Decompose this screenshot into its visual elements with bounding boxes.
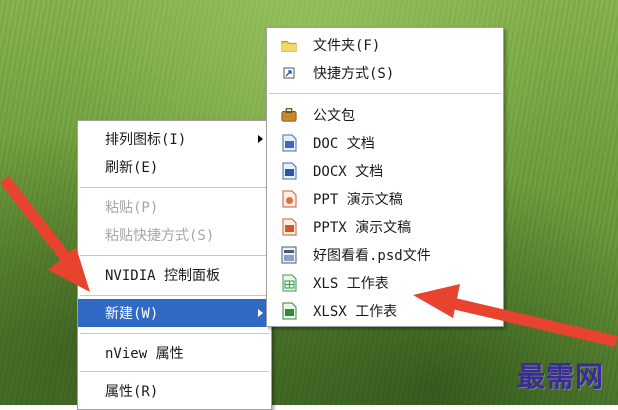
submenu-item-ppt[interactable]: PPT 演示文稿 [267, 185, 503, 213]
menu-item-refresh[interactable]: 刷新(E) [78, 153, 271, 181]
menu-item-nvidia-control-panel[interactable]: NVIDIA 控制面板 [78, 261, 271, 289]
new-submenu: 文件夹(F) 快捷方式(S) 公文包 DOC 文档 DOCX 文档 PPT 演示… [266, 27, 504, 327]
desktop-context-menu: 排列图标(I) 刷新(E) 粘贴(P) 粘贴快捷方式(S) NVIDIA 控制面… [77, 120, 272, 410]
submenu-item-label: PPT 演示文稿 [313, 192, 403, 208]
submenu-item-label: XLS 工作表 [313, 276, 389, 292]
submenu-item-label: 好图看看.psd文件 [313, 248, 431, 264]
submenu-item-shortcut[interactable]: 快捷方式(S) [267, 59, 503, 87]
submenu-item-label: 快捷方式(S) [313, 66, 395, 82]
menu-separator [80, 295, 269, 296]
menu-item-label: 排列图标(I) [105, 132, 187, 148]
menu-separator [80, 187, 269, 188]
menu-item-label: 新建(W) [105, 306, 159, 322]
folder-icon [281, 36, 297, 54]
menu-item-label: 粘贴(P) [105, 200, 159, 216]
psd-file-icon [281, 246, 297, 264]
submenu-item-label: DOC 文档 [313, 136, 375, 152]
menu-item-new[interactable]: 新建(W) [78, 299, 271, 327]
submenu-item-label: PPTX 演示文稿 [313, 220, 412, 236]
submenu-item-label: XLSX 工作表 [313, 304, 398, 320]
doc-file-icon [281, 134, 297, 152]
submenu-item-xlsx[interactable]: XLSX 工作表 [267, 297, 503, 325]
submenu-item-label: 公文包 [313, 108, 355, 124]
submenu-item-docx[interactable]: DOCX 文档 [267, 157, 503, 185]
submenu-item-pptx[interactable]: PPTX 演示文稿 [267, 213, 503, 241]
menu-item-label: NVIDIA 控制面板 [105, 268, 221, 284]
watermark-logo: 最需网 [516, 360, 604, 393]
menu-item-label: 粘贴快捷方式(S) [105, 228, 215, 244]
xlsx-file-icon [281, 302, 297, 320]
briefcase-icon [281, 106, 297, 124]
menu-separator [80, 255, 269, 256]
menu-item-label: 刷新(E) [105, 160, 159, 176]
submenu-item-label: 文件夹(F) [313, 38, 381, 54]
submenu-item-doc[interactable]: DOC 文档 [267, 129, 503, 157]
ppt-file-icon [281, 190, 297, 208]
xls-file-icon [281, 274, 297, 292]
submenu-item-briefcase[interactable]: 公文包 [267, 101, 503, 129]
pptx-file-icon [281, 218, 297, 236]
submenu-item-folder[interactable]: 文件夹(F) [267, 31, 503, 59]
submenu-item-xls[interactable]: XLS 工作表 [267, 269, 503, 297]
submenu-item-psd[interactable]: 好图看看.psd文件 [267, 241, 503, 269]
menu-item-nview-properties[interactable]: nView 属性 [78, 339, 271, 367]
menu-item-properties[interactable]: 属性(R) [78, 377, 271, 405]
menu-item-paste-shortcut[interactable]: 粘贴快捷方式(S) [78, 221, 271, 249]
menu-item-paste[interactable]: 粘贴(P) [78, 193, 271, 221]
menu-separator [269, 93, 501, 94]
shortcut-icon [281, 64, 297, 82]
menu-item-label: nView 属性 [105, 346, 184, 362]
submenu-arrow-icon [258, 309, 263, 317]
menu-separator [80, 333, 269, 334]
submenu-arrow-icon [258, 135, 263, 143]
menu-item-label: 属性(R) [105, 384, 159, 400]
menu-item-arrange-icons[interactable]: 排列图标(I) [78, 125, 271, 153]
docx-file-icon [281, 162, 297, 180]
menu-separator [80, 371, 269, 372]
submenu-item-label: DOCX 文档 [313, 164, 384, 180]
